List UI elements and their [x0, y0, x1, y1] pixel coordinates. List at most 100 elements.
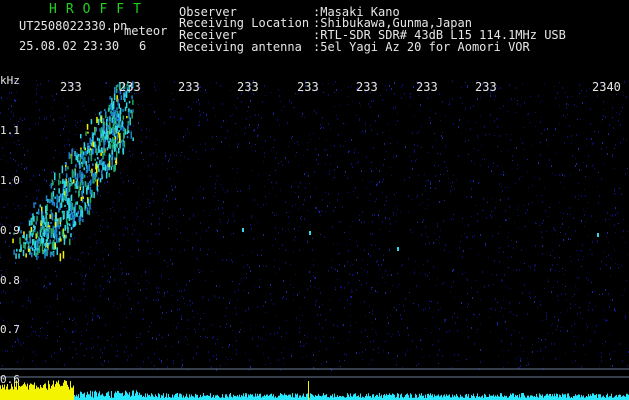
power-bar [226, 394, 227, 400]
noise-pixel [271, 182, 272, 183]
noise-pixel [388, 352, 389, 354]
noise-pixel [154, 353, 155, 355]
noise-pixel [380, 95, 381, 96]
noise-pixel [365, 133, 366, 134]
noise-pixel [412, 232, 413, 233]
noise-pixel [386, 151, 387, 152]
noise-pixel [332, 179, 333, 180]
noise-pixel [231, 259, 232, 261]
noise-pixel [362, 259, 363, 260]
trail-pixel [103, 163, 106, 167]
trail-pixel [114, 86, 116, 94]
noise-pixel [283, 364, 284, 365]
noise-pixel [408, 334, 409, 336]
noise-pixel [293, 294, 294, 295]
noise-pixel [594, 332, 595, 333]
noise-pixel [453, 123, 454, 125]
app-title: HROFFT [49, 2, 150, 17]
power-bar [273, 394, 274, 400]
noise-pixel [377, 182, 378, 184]
power-bar [12, 386, 13, 400]
noise-pixel [254, 199, 255, 201]
power-bar [420, 395, 421, 400]
noise-pixel [524, 102, 525, 104]
noise-pixel [64, 328, 65, 330]
noise-pixel [116, 355, 117, 357]
noise-pixel [5, 271, 6, 272]
noise-pixel [515, 112, 516, 113]
noise-pixel [6, 189, 7, 190]
noise-pixel [173, 99, 174, 100]
noise-pixel [322, 304, 323, 305]
noise-pixel [275, 195, 276, 196]
noise-pixel [527, 171, 528, 172]
power-bar [320, 396, 321, 400]
trail-pixel [65, 167, 67, 172]
noise-pixel [22, 120, 23, 121]
noise-pixel [385, 85, 386, 86]
noise-pixel [11, 105, 12, 107]
noise-pixel [1, 97, 2, 99]
noise-pixel [184, 249, 185, 251]
noise-pixel [588, 306, 589, 307]
noise-pixel [555, 230, 556, 231]
noise-pixel [532, 185, 533, 186]
noise-pixel [90, 247, 91, 248]
noise-pixel [227, 222, 228, 224]
noise-pixel [3, 320, 4, 321]
noise-pixel [258, 174, 259, 175]
noise-pixel [270, 293, 271, 295]
power-bar [554, 393, 555, 400]
noise-pixel [24, 118, 25, 120]
power-bar [9, 389, 10, 400]
noise-pixel [589, 302, 590, 304]
power-bar [366, 394, 367, 400]
noise-pixel [217, 175, 218, 177]
noise-pixel [176, 326, 177, 327]
trail-pixel [96, 116, 98, 124]
noise-pixel [514, 222, 515, 223]
power-bar [69, 389, 70, 400]
noise-pixel [197, 346, 198, 348]
noise-pixel [351, 86, 352, 87]
noise-pixel [507, 257, 508, 258]
trail-pixel [62, 251, 65, 259]
noise-pixel [75, 120, 76, 121]
trail-pixel [29, 235, 31, 244]
noise-pixel [341, 286, 342, 288]
noise-pixel [530, 122, 531, 123]
noise-pixel [425, 273, 426, 275]
noise-pixel [293, 287, 294, 288]
trail-pixel [70, 156, 73, 164]
noise-pixel [157, 291, 158, 293]
trail-pixel [100, 127, 103, 134]
noise-pixel [389, 85, 390, 87]
noise-pixel [264, 152, 265, 154]
trail-pixel [49, 214, 51, 219]
trail-pixel [67, 197, 69, 202]
trail-pixel [59, 180, 62, 184]
noise-pixel [15, 341, 16, 343]
noise-pixel [520, 105, 521, 106]
noise-pixel [121, 268, 122, 270]
noise-pixel [57, 295, 58, 296]
noise-pixel [10, 158, 11, 159]
noise-pixel [527, 358, 528, 359]
power-bar [203, 393, 204, 400]
noise-pixel [262, 338, 263, 339]
power-bar [596, 394, 597, 400]
power-bar [24, 382, 25, 400]
noise-pixel [509, 218, 510, 219]
noise-pixel [316, 300, 317, 302]
noise-pixel [160, 306, 161, 308]
noise-pixel [37, 84, 38, 86]
noise-pixel [384, 143, 385, 145]
noise-pixel [610, 275, 611, 276]
noise-pixel [26, 308, 27, 309]
noise-pixel [157, 349, 158, 350]
noise-pixel [370, 168, 371, 169]
noise-pixel [606, 264, 607, 266]
power-bar [29, 384, 30, 400]
noise-pixel [176, 284, 177, 285]
noise-pixel [339, 105, 340, 106]
